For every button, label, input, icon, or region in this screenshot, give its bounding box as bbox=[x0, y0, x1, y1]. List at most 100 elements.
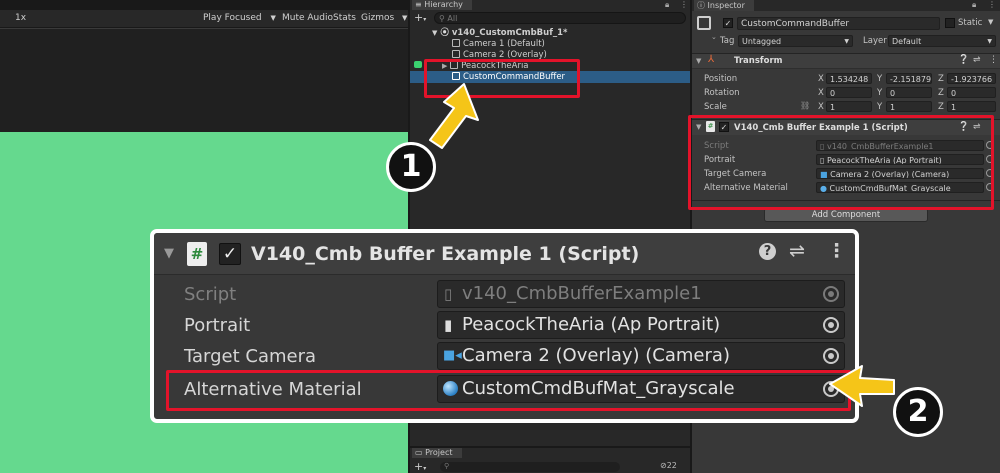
zoom-component-title: V140_Cmb Buffer Example 1 (Script) bbox=[251, 243, 640, 265]
project-search-input[interactable]: ⚲ bbox=[440, 462, 620, 472]
more-menu-icon[interactable]: ⋮ bbox=[680, 0, 688, 9]
tag-value: Untagged bbox=[742, 37, 782, 46]
help-icon[interactable]: ❔ bbox=[958, 55, 969, 65]
position-z-field[interactable]: -1.923766 bbox=[947, 73, 996, 84]
game-view-dark-area bbox=[0, 28, 408, 132]
hierarchy-title: Hierarchy bbox=[424, 0, 463, 9]
chevron-down-icon: ▼ bbox=[270, 14, 276, 22]
peacock-badge-icon bbox=[414, 61, 422, 68]
preset-icon[interactable]: ⇌ bbox=[789, 240, 805, 262]
component-enabled-checkbox[interactable]: ✓ bbox=[219, 243, 241, 265]
hierarchy-tab[interactable]: ≡ Hierarchy bbox=[412, 0, 472, 10]
tag-label: Tag bbox=[720, 36, 735, 46]
layer-dropdown[interactable]: Default ▼ bbox=[888, 35, 996, 47]
arrow-step2 bbox=[829, 365, 895, 407]
add-button[interactable]: +▾ bbox=[414, 11, 426, 24]
zoom-script-field: ▯ v140_CmbBufferExample1 bbox=[437, 280, 845, 308]
constrain-proportions-icon[interactable]: ⛓︎ bbox=[800, 101, 810, 110]
eye-slash-icon: ⊘ bbox=[660, 461, 667, 470]
transform-axes-icon: ⅄ bbox=[708, 54, 715, 65]
axis-y-label: Y bbox=[877, 102, 883, 112]
script-file-icon: ▯ bbox=[444, 285, 453, 303]
zoom-target-camera-field[interactable]: ■◂ Camera 2 (Overlay) (Camera) bbox=[437, 342, 845, 370]
static-label: Static bbox=[958, 18, 983, 28]
zoom-portrait-field[interactable]: ▮ PeacockTheAria (Ap Portrait) bbox=[437, 311, 845, 339]
scene-name: v140_CustomCmbBuf_1* bbox=[451, 28, 568, 38]
step2-badge: 2 bbox=[893, 387, 943, 437]
hidden-packages-count[interactable]: ⊘22 bbox=[660, 461, 677, 470]
scale-z-field[interactable]: 1 bbox=[947, 101, 996, 112]
add-component-button[interactable]: Add Component bbox=[764, 208, 928, 222]
item-label: Camera 1 (Default) bbox=[463, 39, 545, 49]
object-name-field[interactable]: CustomCommandBuffer bbox=[737, 17, 940, 30]
portrait-file-icon: ▮ bbox=[444, 316, 453, 334]
foldout-arrow-icon: ▼ bbox=[164, 246, 174, 261]
gameobject-cube-icon bbox=[452, 50, 460, 58]
axis-x-label: X bbox=[818, 88, 824, 98]
position-label: Position bbox=[704, 74, 738, 84]
stats-button[interactable]: Stats bbox=[333, 11, 356, 26]
axis-z-label: Z bbox=[938, 88, 944, 98]
zoom-portrait-label: Portrait bbox=[184, 315, 251, 336]
unity-scene-icon: ⦿ bbox=[440, 28, 449, 38]
chevron-down-icon: ▼ bbox=[844, 38, 849, 45]
step1-badge: 1 bbox=[386, 142, 436, 192]
project-tab[interactable]: ▭ Project bbox=[412, 448, 462, 458]
play-focused-label: Play Focused bbox=[203, 13, 262, 23]
chevron-down-icon: ▼ bbox=[402, 14, 408, 22]
expand-arrow-icon: ▼ bbox=[432, 29, 438, 37]
inspector-more-icon[interactable]: ⋮ bbox=[988, 0, 996, 9]
component-menu-icon[interactable]: ⋮ bbox=[827, 240, 846, 262]
preset-icon[interactable]: ⇌ bbox=[973, 55, 981, 65]
scale-x-field[interactable]: 1 bbox=[826, 101, 872, 112]
lock-icon[interactable]: 🔒︎ bbox=[665, 0, 669, 10]
highlight-box-alternative-material bbox=[166, 370, 851, 411]
gameobject-active-checkbox[interactable]: ✓ bbox=[723, 18, 733, 28]
static-checkbox[interactable] bbox=[945, 18, 955, 28]
inspector-lock-icon[interactable]: 🔒︎ bbox=[972, 0, 976, 10]
chevron-down-icon: ▼ bbox=[987, 38, 992, 45]
highlight-box-inspector-component bbox=[688, 115, 994, 210]
axis-x-label: X bbox=[818, 102, 824, 112]
axis-y-label: Y bbox=[877, 88, 883, 98]
arrow-step1 bbox=[429, 83, 479, 149]
foldout-arrow-icon: ▼ bbox=[696, 57, 702, 65]
hierarchy-search-input[interactable]: ⚲ All bbox=[434, 12, 686, 24]
inspector-tab[interactable]: ⓘ Inspector bbox=[694, 0, 754, 11]
game-view-topstrip bbox=[0, 0, 408, 10]
static-dropdown-icon[interactable]: ▼ bbox=[988, 18, 993, 26]
search-icon: ⚲ bbox=[439, 14, 445, 23]
scale-label[interactable]: 1x bbox=[15, 11, 26, 26]
tag-dropdown[interactable]: Untagged ▼ bbox=[738, 35, 853, 47]
rotation-z-field[interactable]: 0 bbox=[947, 87, 996, 98]
rotation-label: Rotation bbox=[704, 88, 740, 98]
axis-x-label: X bbox=[818, 74, 824, 84]
play-focused-dropdown[interactable]: Play Focused ▼ bbox=[203, 11, 276, 26]
help-icon[interactable]: ? bbox=[759, 243, 776, 260]
info-icon: ⓘ bbox=[697, 1, 705, 10]
gameobject-large-icon bbox=[697, 16, 711, 30]
position-x-field[interactable]: 1.534248 bbox=[826, 73, 872, 84]
project-add-button[interactable]: +▾ bbox=[414, 460, 426, 473]
object-picker-icon[interactable] bbox=[823, 317, 839, 333]
rotation-y-field[interactable]: 0 bbox=[886, 87, 932, 98]
gizmos-label: Gizmos bbox=[361, 13, 395, 23]
mute-audio-button[interactable]: Mute Audio bbox=[282, 11, 333, 26]
position-y-field[interactable]: -2.151879 bbox=[886, 73, 932, 84]
folder-icon: ▭ bbox=[415, 448, 423, 457]
scale-y-field[interactable]: 1 bbox=[886, 101, 932, 112]
zoom-target-camera-label: Target Camera bbox=[184, 346, 317, 367]
search-icon: ⚲ bbox=[444, 462, 450, 470]
component-menu-icon[interactable]: ⋮ bbox=[989, 55, 998, 65]
layer-label: Layer bbox=[863, 36, 887, 46]
tag-layer-chevron-icon: ⌄ bbox=[711, 33, 717, 41]
axis-z-label: Z bbox=[938, 102, 944, 112]
scale-label: Scale bbox=[704, 102, 727, 112]
script-file-icon: # bbox=[187, 242, 207, 266]
inspector-title: Inspector bbox=[707, 1, 745, 10]
camera-icon: ■◂ bbox=[443, 348, 462, 363]
hierarchy-list-icon: ≡ bbox=[415, 0, 422, 9]
layer-value: Default bbox=[892, 37, 922, 46]
gizmos-dropdown[interactable]: Gizmos ▼ bbox=[361, 11, 407, 26]
rotation-x-field[interactable]: 0 bbox=[826, 87, 872, 98]
